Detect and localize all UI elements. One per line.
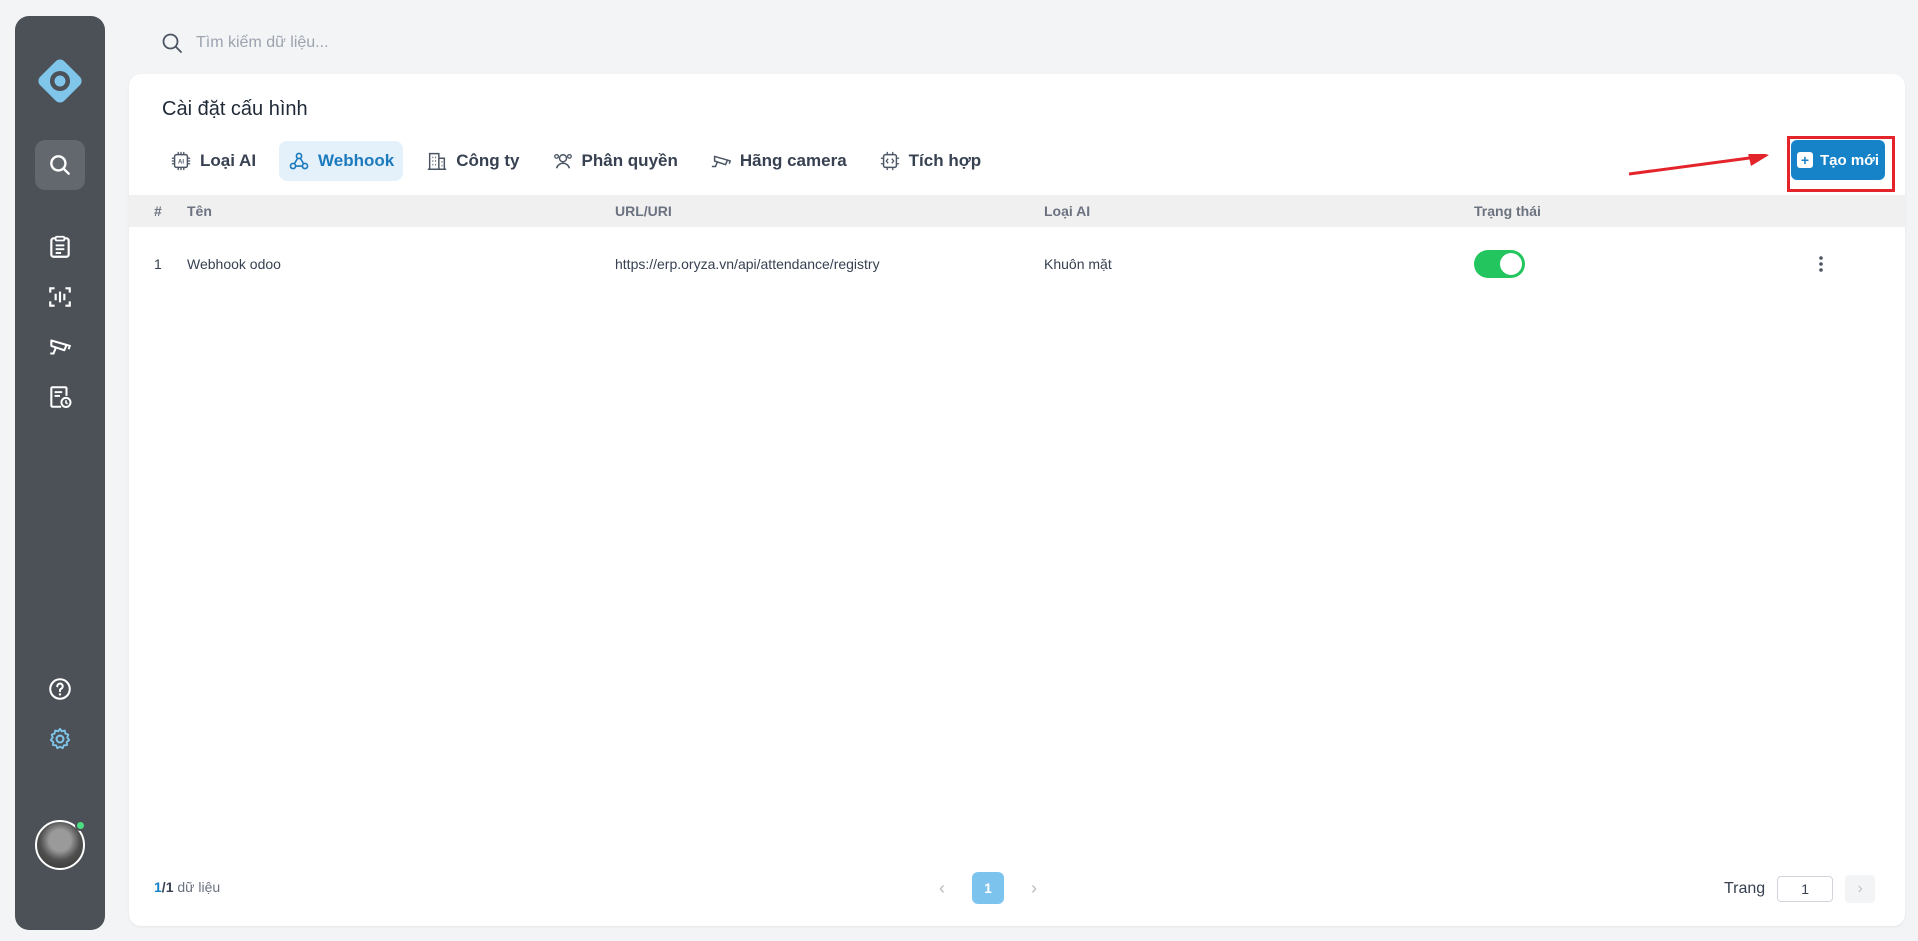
page-title: Cài đặt cấu hình bbox=[162, 98, 308, 120]
webhook-icon bbox=[289, 152, 309, 170]
gear-icon bbox=[49, 727, 71, 750]
prev-page-icon[interactable]: ‹ bbox=[934, 878, 950, 899]
svg-text:AI: AI bbox=[178, 159, 184, 165]
sidebar-camera-button[interactable] bbox=[35, 322, 85, 372]
search-bar bbox=[160, 28, 660, 58]
plus-icon: + bbox=[1796, 152, 1813, 168]
camera-icon bbox=[50, 339, 72, 355]
table-header: # Tên URL/URI Loại AI Trạng thái bbox=[129, 195, 1905, 227]
logo-icon[interactable] bbox=[32, 53, 88, 109]
row-url: https://erp.oryza.vn/api/attendance/regi… bbox=[615, 256, 880, 272]
online-status-dot bbox=[75, 820, 86, 831]
goto-page-button[interactable]: › bbox=[1845, 875, 1876, 903]
tab-camera-brand[interactable]: Hãng camera bbox=[701, 141, 856, 181]
tab-ai-type[interactable]: AI Loại AI bbox=[161, 141, 265, 181]
sidebar-search-button[interactable] bbox=[35, 140, 85, 190]
sidebar-settings-button[interactable] bbox=[35, 714, 85, 764]
search-icon bbox=[50, 155, 70, 175]
report-clock-icon bbox=[50, 386, 72, 408]
clipboard-icon bbox=[50, 235, 70, 258]
column-header-url: URL/URI bbox=[615, 203, 672, 219]
table-row[interactable]: 1 Webhook odoo https://erp.oryza.vn/api/… bbox=[129, 242, 1905, 286]
column-header-name: Tên bbox=[187, 203, 212, 219]
search-icon bbox=[162, 33, 182, 53]
goto-page-label: Trang bbox=[1724, 880, 1766, 897]
column-header-ai-type: Loại AI bbox=[1044, 203, 1091, 219]
status-toggle[interactable] bbox=[1474, 250, 1525, 278]
tab-integration[interactable]: Tích hợp bbox=[870, 141, 991, 181]
tab-company[interactable]: Công ty bbox=[417, 141, 528, 181]
help-icon bbox=[49, 678, 71, 700]
sidebar-help-button[interactable] bbox=[35, 664, 85, 714]
row-number: 1 bbox=[154, 256, 162, 272]
row-ai-type: Khuôn mặt bbox=[1044, 256, 1112, 272]
goto-page: Trang › bbox=[1724, 875, 1876, 903]
sidebar bbox=[15, 16, 105, 930]
integration-chip-icon bbox=[880, 151, 899, 171]
config-card: Cài đặt cấu hình AI Loại AI Webhook Công… bbox=[129, 74, 1905, 926]
building-icon bbox=[428, 152, 447, 170]
tab-permissions[interactable]: Phân quyền bbox=[543, 141, 687, 181]
more-vertical-icon bbox=[1819, 256, 1823, 272]
column-header-number: # bbox=[154, 203, 162, 219]
search-input[interactable] bbox=[196, 34, 636, 52]
pagination: ‹ 1 › bbox=[934, 872, 1042, 904]
user-group-icon bbox=[553, 153, 572, 169]
ai-chip-icon: AI bbox=[171, 151, 191, 171]
row-name: Webhook odoo bbox=[187, 256, 281, 272]
column-header-status: Trạng thái bbox=[1474, 203, 1541, 219]
record-count: 1/1 dữ liệu bbox=[154, 879, 221, 895]
tab-webhook[interactable]: Webhook bbox=[279, 141, 404, 181]
next-page-icon[interactable]: › bbox=[1026, 878, 1042, 899]
config-tabs: AI Loại AI Webhook Công ty Phân quyền Hã… bbox=[161, 141, 990, 181]
page-1-button[interactable]: 1 bbox=[972, 872, 1004, 904]
face-scan-icon bbox=[49, 287, 71, 307]
sidebar-face-scan-button[interactable] bbox=[35, 272, 85, 322]
camera-icon bbox=[711, 155, 731, 168]
create-new-button[interactable]: + Tạo mới bbox=[1791, 140, 1885, 180]
user-avatar[interactable] bbox=[35, 820, 86, 870]
goto-page-input[interactable] bbox=[1777, 876, 1834, 902]
sidebar-report-button[interactable] bbox=[35, 372, 85, 422]
sidebar-clipboard-button[interactable] bbox=[35, 222, 85, 272]
row-actions-button[interactable] bbox=[1809, 252, 1833, 276]
toggle-knob bbox=[1500, 253, 1522, 275]
